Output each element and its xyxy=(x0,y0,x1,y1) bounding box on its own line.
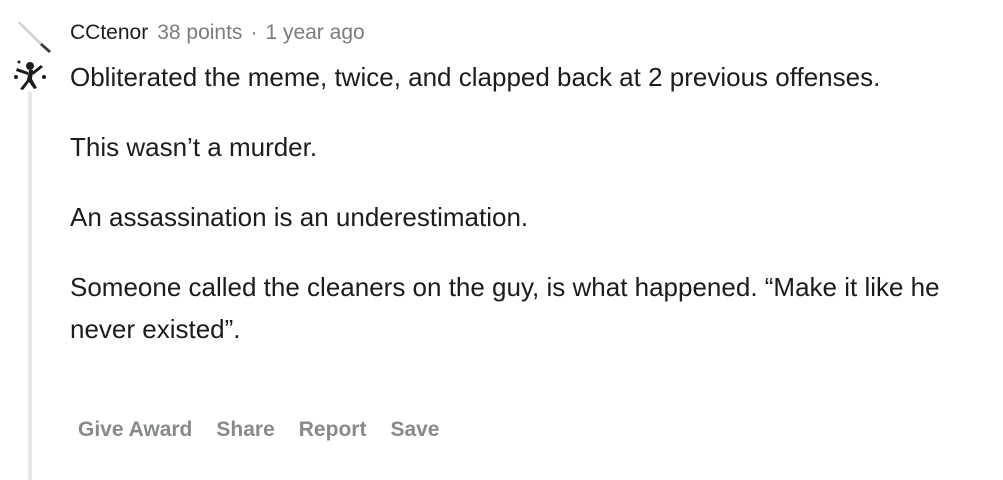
comment: CCtenor 38 points · 1 year ago Obliterat… xyxy=(0,0,1003,480)
points-count: 38 points xyxy=(157,21,243,44)
comment-paragraph: Someone called the cleaners on the guy, … xyxy=(70,272,940,344)
meta-separator: · xyxy=(250,21,258,44)
comment-header: CCtenor 38 points · 1 year ago xyxy=(70,20,365,46)
comment-timestamp[interactable]: 1 year ago xyxy=(265,21,364,45)
comment-paragraph: This wasn’t a murder. xyxy=(70,132,318,162)
share-button[interactable]: Share xyxy=(208,416,282,444)
thread-collapse-line[interactable] xyxy=(28,92,32,480)
comment-paragraph: Obliterated the meme, twice, and clapped… xyxy=(70,62,881,92)
report-button[interactable]: Report xyxy=(291,416,375,444)
comment-body: Obliterated the meme, twice, and clapped… xyxy=(70,56,970,378)
knife-icon xyxy=(18,21,51,53)
author-link[interactable]: CCtenor xyxy=(70,21,148,45)
comment-actions: Give Award Share Report Save xyxy=(70,416,455,444)
comment-paragraph: An assassination is an underestimation. xyxy=(70,202,529,232)
comment-left-rail xyxy=(0,0,60,480)
give-award-button[interactable]: Give Award xyxy=(70,416,200,444)
save-button[interactable]: Save xyxy=(382,416,447,444)
avatar-icon[interactable] xyxy=(10,58,48,92)
